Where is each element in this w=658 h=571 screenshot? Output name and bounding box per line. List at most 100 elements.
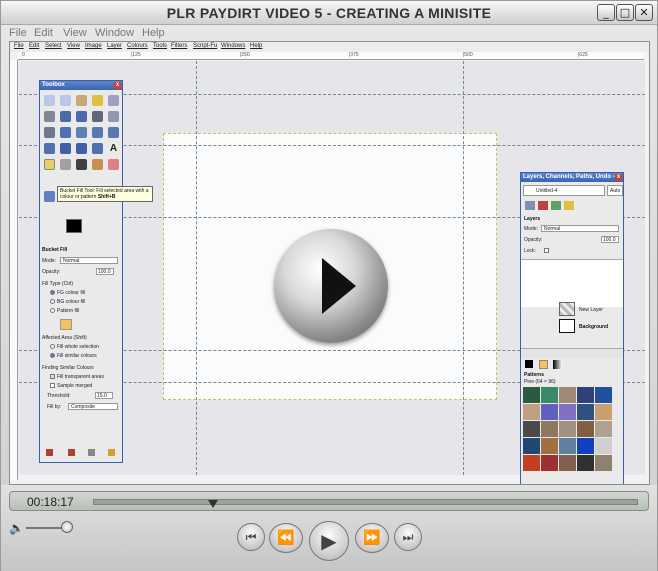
fill-by-select[interactable]: Composite (68, 403, 118, 410)
layers-opacity-field[interactable]: 100.0 (601, 236, 619, 243)
pattern-swatch[interactable] (595, 455, 612, 471)
close-button[interactable]: ✕ (635, 4, 653, 21)
fuzzy-select-tool-icon[interactable] (92, 95, 103, 106)
auto-button[interactable]: Auto (607, 185, 623, 196)
next-button[interactable]: ⏭ (394, 523, 422, 551)
pattern-swatch[interactable] (595, 387, 612, 403)
pattern-swatch[interactable] (541, 387, 558, 403)
pattern-swatch[interactable] (523, 387, 540, 403)
pattern-swatch[interactable] (577, 421, 594, 437)
undo-tab-icon[interactable] (564, 201, 574, 210)
pattern-swatch[interactable] (541, 455, 558, 471)
crop-tool-icon[interactable] (92, 127, 103, 138)
bg-fill-radio[interactable] (50, 299, 55, 304)
layers-tab-icon[interactable] (525, 201, 535, 210)
paths-tool-icon[interactable] (76, 111, 87, 122)
pattern-swatch[interactable] (523, 455, 540, 471)
pattern-swatch[interactable] (595, 404, 612, 420)
move-tool-icon[interactable] (60, 127, 71, 138)
maximize-button[interactable]: □ (616, 4, 634, 21)
rotate-tool-icon[interactable] (108, 127, 119, 138)
menu-file[interactable]: File (9, 27, 27, 39)
align-tool-icon[interactable] (76, 127, 87, 138)
pattern-swatch[interactable] (577, 404, 594, 420)
pattern-swatch[interactable] (559, 455, 576, 471)
pattern-swatch[interactable] (577, 387, 594, 403)
pattern-swatch[interactable] (577, 438, 594, 454)
minimize-button[interactable]: _ (597, 4, 615, 21)
pattern-swatch[interactable] (523, 438, 540, 454)
pattern-swatch[interactable] (559, 421, 576, 437)
perspective-tool-icon[interactable] (76, 143, 87, 154)
image-select[interactable]: Untitled-4 (523, 185, 605, 196)
volume-icon[interactable]: 🔈 (9, 521, 24, 535)
save-options-icon[interactable] (46, 449, 53, 456)
paintbrush-tool-icon[interactable] (92, 159, 103, 170)
pencil-tool-icon[interactable] (76, 159, 87, 170)
zoom-tool-icon[interactable] (108, 111, 119, 122)
dock-gradient-icon[interactable] (553, 360, 562, 369)
volume-knob[interactable] (61, 521, 73, 533)
menu-window[interactable]: Window (95, 27, 134, 39)
measure-tool-icon[interactable] (44, 127, 55, 138)
toolbox-close-button[interactable]: x (114, 82, 121, 89)
menu-edit[interactable]: Edit (34, 27, 53, 39)
forward-button[interactable]: ⏩ (355, 523, 389, 553)
blur-tool-icon[interactable] (44, 191, 55, 202)
layers-mode-select[interactable]: Normal (541, 225, 619, 232)
mode-select[interactable]: Normal (60, 257, 118, 264)
reset-options-icon[interactable] (108, 449, 115, 456)
pattern-swatch[interactable] (541, 421, 558, 437)
pattern-swatch[interactable] (595, 438, 612, 454)
seek-handle[interactable] (208, 500, 219, 508)
pattern-swatch[interactable] (523, 404, 540, 420)
text-tool-icon[interactable]: A (108, 143, 119, 154)
pattern-swatch[interactable] (559, 387, 576, 403)
shear-tool-icon[interactable] (60, 143, 71, 154)
fill-whole-selection-radio[interactable] (50, 344, 55, 349)
paths-tab-icon[interactable] (551, 201, 561, 210)
video-frame[interactable]: File Edit Select View Image Layer Colour… (9, 41, 650, 485)
foreground-color-swatch[interactable] (66, 219, 82, 233)
dock-pattern-icon[interactable] (539, 360, 548, 369)
bucket-fill-tool-icon[interactable] (44, 159, 55, 170)
restore-options-icon[interactable] (68, 449, 75, 456)
video-play-overlay[interactable] (274, 229, 388, 343)
dock-fg-color[interactable] (525, 360, 533, 368)
pattern-swatch[interactable] (559, 438, 576, 454)
pattern-swatch[interactable] (595, 421, 612, 437)
color-select-tool-icon[interactable] (108, 95, 119, 106)
pattern-swatch[interactable] (60, 319, 72, 330)
foreground-select-tool-icon[interactable] (60, 111, 71, 122)
rect-select-tool-icon[interactable] (44, 95, 55, 106)
channels-tab-icon[interactable] (538, 201, 548, 210)
color-picker-tool-icon[interactable] (92, 111, 103, 122)
rewind-button[interactable]: ⏪ (269, 523, 303, 553)
menu-view[interactable]: View (63, 27, 87, 39)
fill-similar-colours-radio[interactable] (50, 353, 55, 358)
pattern-swatch[interactable] (577, 455, 594, 471)
seek-track[interactable] (93, 499, 638, 508)
scissors-tool-icon[interactable] (44, 111, 55, 122)
pattern-swatch[interactable] (559, 404, 576, 420)
pattern-swatch[interactable] (541, 404, 558, 420)
lasso-tool-icon[interactable] (76, 95, 87, 106)
menu-help[interactable]: Help (142, 27, 165, 39)
play-button[interactable]: ▶ (309, 521, 349, 561)
pattern-swatch[interactable] (523, 421, 540, 437)
threshold-field[interactable]: 15.0 (95, 392, 113, 399)
sample-merged-checkbox[interactable] (50, 383, 55, 388)
fg-fill-radio[interactable] (50, 290, 55, 295)
scale-tool-icon[interactable] (44, 143, 55, 154)
blend-tool-icon[interactable] (60, 159, 71, 170)
pattern-fill-radio[interactable] (50, 308, 55, 313)
previous-button[interactable]: ⏮ (237, 523, 265, 551)
opacity-field[interactable]: 100.0 (96, 268, 114, 275)
fill-transparent-checkbox[interactable] (50, 374, 55, 379)
eraser-tool-icon[interactable] (108, 159, 119, 170)
lock-checkbox[interactable] (544, 248, 549, 253)
ellipse-select-tool-icon[interactable] (60, 95, 71, 106)
delete-options-icon[interactable] (88, 449, 95, 456)
pattern-swatch[interactable] (541, 438, 558, 454)
layers-dock-close-button[interactable]: x (615, 174, 622, 181)
